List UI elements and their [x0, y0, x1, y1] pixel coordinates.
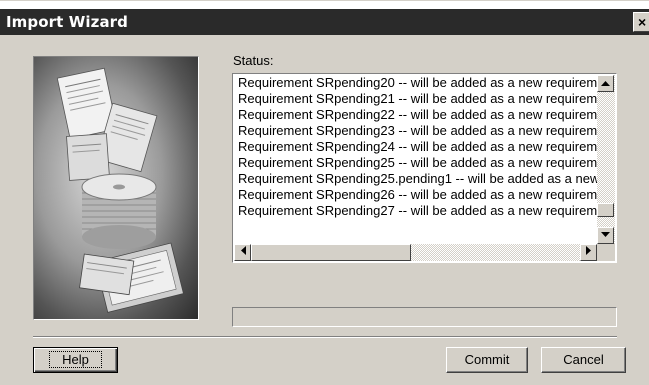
- import-wizard-window: Import Wizard × Status: Requirement SRpe…: [0, 0, 649, 385]
- status-list-item[interactable]: Requirement SRpending24 -- will be added…: [234, 139, 597, 155]
- wizard-illustration: [33, 56, 199, 320]
- status-list-item[interactable]: Requirement SRpending25 -- will be added…: [234, 155, 597, 171]
- status-list-item[interactable]: Requirement SRpending21 -- will be added…: [234, 91, 597, 107]
- cancel-label: Cancel: [563, 352, 604, 367]
- scroll-up-button[interactable]: [597, 75, 614, 92]
- top-strip: [0, 1, 649, 9]
- commit-label: Commit: [464, 352, 510, 367]
- help-label: Help: [49, 351, 102, 368]
- left-arrow-icon: [240, 246, 246, 255]
- vertical-scrollbar[interactable]: [597, 75, 615, 244]
- status-list-item[interactable]: Requirement SRpending26 -- will be added…: [234, 187, 597, 203]
- documents-and-disks-image: [56, 67, 184, 313]
- right-arrow-icon: [585, 246, 591, 255]
- horizontal-scrollbar[interactable]: [234, 244, 597, 261]
- status-list-item[interactable]: Requirement SRpending27 -- will be added…: [234, 203, 597, 219]
- status-list-item[interactable]: Requirement SRpending23 -- will be added…: [234, 123, 597, 139]
- cancel-button[interactable]: Cancel: [541, 347, 626, 373]
- help-button[interactable]: Help: [33, 347, 118, 373]
- horizontal-scroll-thumb[interactable]: [251, 244, 411, 261]
- scroll-left-button[interactable]: [234, 244, 251, 261]
- window-title: Import Wizard: [6, 13, 129, 31]
- down-arrow-icon: [601, 232, 610, 237]
- status-list-content: Requirement SRpending20 -- will be added…: [234, 75, 597, 244]
- scroll-down-button[interactable]: [597, 227, 614, 244]
- progress-bar: [232, 307, 617, 327]
- status-list-item[interactable]: Requirement SRpending20 -- will be added…: [234, 75, 597, 91]
- status-list[interactable]: Requirement SRpending20 -- will be added…: [232, 73, 617, 263]
- title-bar[interactable]: Import Wizard ×: [0, 9, 649, 35]
- commit-button[interactable]: Commit: [446, 347, 528, 373]
- up-arrow-icon: [601, 81, 610, 86]
- separator: [33, 336, 617, 338]
- status-list-item[interactable]: Requirement SRpending25.pending1 -- will…: [234, 171, 597, 187]
- scrollbar-corner: [597, 244, 615, 261]
- close-button[interactable]: ×: [633, 12, 649, 32]
- close-icon: ×: [638, 14, 647, 30]
- scroll-right-button[interactable]: [580, 244, 597, 261]
- status-label: Status:: [233, 53, 274, 68]
- status-list-item[interactable]: Requirement SRpending22 -- will be added…: [234, 107, 597, 123]
- vertical-scroll-thumb[interactable]: [597, 203, 614, 217]
